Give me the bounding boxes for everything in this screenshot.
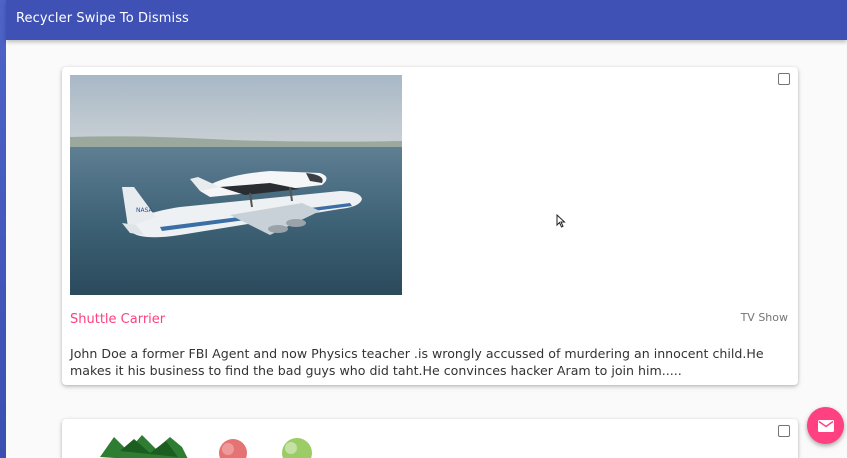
- svg-text:NASA: NASA: [136, 207, 154, 214]
- card-title: Shuttle Carrier: [70, 312, 166, 327]
- card-image: NASA: [70, 75, 402, 295]
- list-item-card[interactable]: [62, 419, 798, 458]
- app-title: Recycler Swipe To Dismiss: [16, 11, 189, 26]
- list-item-card[interactable]: NASA Shuttle Carrier TV Show John Doe a …: [62, 67, 798, 385]
- card-description: John Doe a former FBI Agent and now Phys…: [70, 346, 764, 378]
- email-icon: [817, 419, 834, 432]
- email-fab-button[interactable]: [807, 407, 844, 444]
- mouse-cursor-icon: [556, 214, 566, 228]
- card-category: TV Show: [740, 311, 788, 324]
- recycler-list[interactable]: NASA Shuttle Carrier TV Show John Doe a …: [6, 40, 847, 458]
- app-bar: Recycler Swipe To Dismiss: [6, 0, 847, 40]
- card-image: [70, 427, 402, 458]
- card-checkbox[interactable]: [778, 73, 790, 85]
- card-checkbox[interactable]: [778, 425, 790, 437]
